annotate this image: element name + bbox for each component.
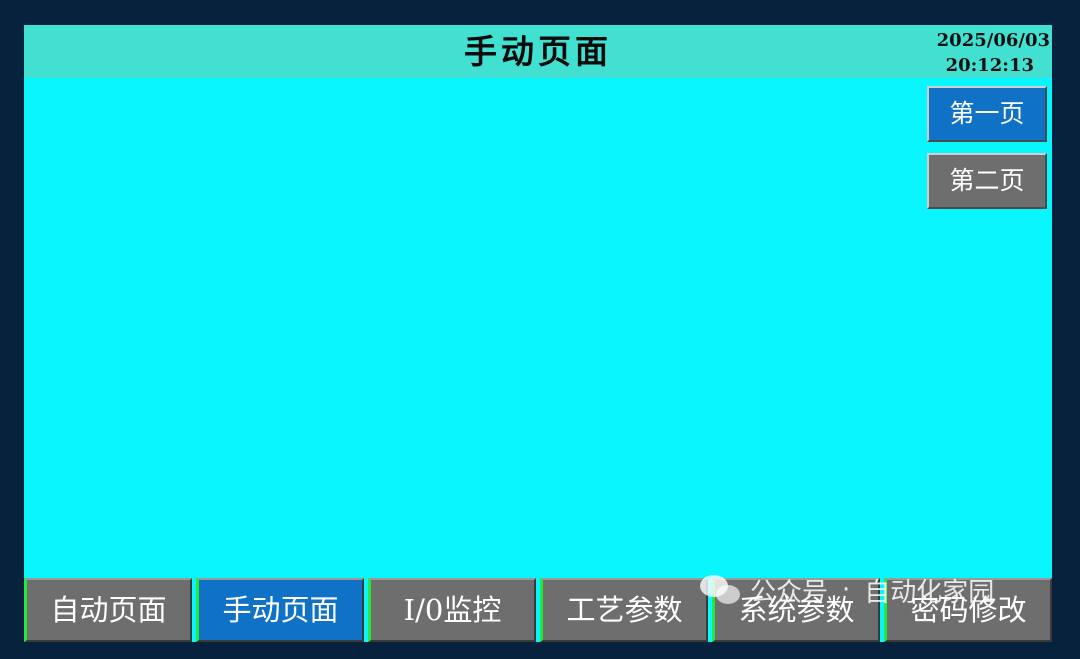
page-one-button[interactable]: 第一页 — [927, 86, 1047, 142]
manual-content-area — [24, 78, 924, 576]
nav-auto-page-button[interactable]: 自动页面 — [24, 578, 192, 642]
bottom-nav-bar: 自动页面 手动页面 I/0监控 工艺参数 系统参数 密码修改 — [24, 576, 1052, 642]
datetime-display: 2025/06/03 20:12:13 — [920, 28, 1050, 78]
page-title: 手动页面 — [464, 32, 612, 71]
nav-system-params-button[interactable]: 系统参数 — [712, 578, 880, 642]
nav-process-params-button[interactable]: 工艺参数 — [540, 578, 708, 642]
nav-password-change-button[interactable]: 密码修改 — [884, 578, 1052, 642]
date-readout: 2025/06/03 — [936, 30, 1050, 51]
nav-manual-page-button[interactable]: 手动页面 — [196, 578, 364, 642]
time-readout: 20:12:13 — [945, 55, 1034, 76]
title-bar: 手动页面 2025/06/03 20:12:13 — [24, 25, 1052, 78]
page-two-button[interactable]: 第二页 — [927, 153, 1047, 209]
nav-io-monitor-button[interactable]: I/0监控 — [368, 578, 536, 642]
hmi-screen: 手动页面 2025/06/03 20:12:13 第一页 第二页 自动页面 手动… — [24, 25, 1052, 642]
